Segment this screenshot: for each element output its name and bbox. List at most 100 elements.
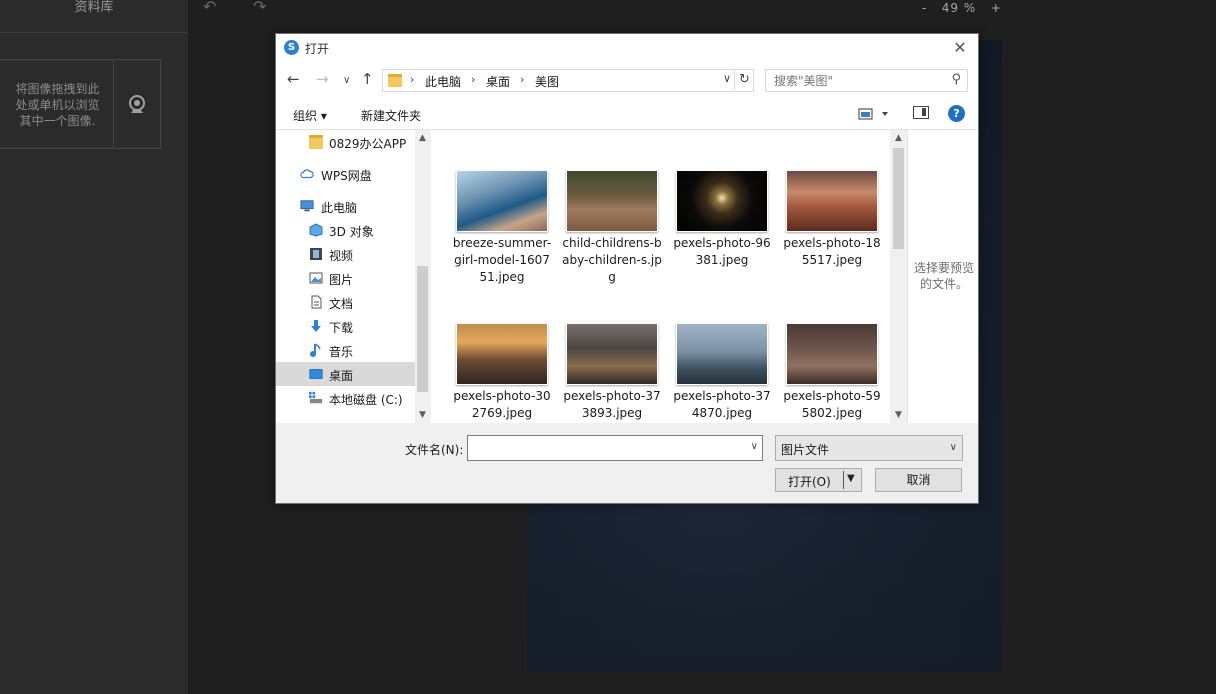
nav-item-documents[interactable]: 文档 bbox=[276, 290, 415, 314]
webcam-button[interactable] bbox=[113, 59, 161, 149]
file-item[interactable]: pexels-photo-96381.jpeg bbox=[671, 170, 773, 269]
nav-item-pictures[interactable]: 图片 bbox=[276, 266, 415, 290]
forward-icon[interactable]: → bbox=[316, 71, 329, 87]
redo-icon[interactable]: ↷ bbox=[253, 0, 266, 15]
scroll-down-icon[interactable]: ▼ bbox=[891, 410, 906, 420]
preview-pane-icon[interactable] bbox=[913, 106, 929, 119]
folder-icon bbox=[309, 135, 323, 149]
file-scrollbar[interactable]: ▲ ▼ bbox=[890, 130, 907, 423]
file-name: pexels-photo-595802.jpeg bbox=[783, 389, 881, 420]
chevron-down-icon[interactable]: ∨ bbox=[751, 441, 758, 452]
nav-item-this-pc[interactable]: 此电脑 bbox=[276, 194, 415, 218]
chevron-right-icon[interactable]: › bbox=[520, 73, 524, 86]
breadcrumb-item[interactable]: 桌面 bbox=[486, 73, 510, 90]
new-folder-button[interactable]: 新建文件夹 bbox=[361, 107, 421, 124]
drop-hint-line: 将图像拖拽到此 bbox=[15, 82, 100, 96]
nav-item-videos[interactable]: 视频 bbox=[276, 242, 415, 266]
scroll-up-icon[interactable]: ▲ bbox=[415, 133, 430, 143]
document-icon bbox=[311, 295, 322, 309]
drive-icon bbox=[309, 391, 323, 404]
file-item[interactable]: breeze-summer-girl-model-160751.jpeg bbox=[451, 170, 553, 286]
recent-locations-icon[interactable]: ∨ bbox=[343, 73, 350, 89]
chevron-right-icon[interactable]: › bbox=[471, 73, 475, 86]
file-item[interactable]: pexels-photo-185517.jpeg bbox=[781, 170, 883, 269]
nav-item-label: 桌面 bbox=[329, 369, 354, 383]
scroll-thumb[interactable] bbox=[893, 148, 904, 249]
file-name: pexels-photo-185517.jpeg bbox=[783, 236, 881, 267]
nav-scrollbar[interactable]: ▲ ▼ bbox=[415, 130, 430, 423]
video-icon bbox=[310, 248, 322, 260]
chevron-down-icon[interactable]: ∨ bbox=[723, 72, 731, 85]
file-name: pexels-photo-96381.jpeg bbox=[673, 236, 771, 267]
nav-item-desktop[interactable]: 桌面 bbox=[276, 362, 415, 386]
file-item[interactable]: pexels-photo-302769.jpeg bbox=[451, 323, 553, 422]
drop-hint[interactable]: 将图像拖拽到此 处或单机以浏览 其中一个图像. bbox=[0, 59, 114, 149]
file-item[interactable]: pexels-photo-595802.jpeg bbox=[781, 323, 883, 422]
nav-item-label: WPS网盘 bbox=[321, 169, 372, 183]
file-name: breeze-summer-girl-model-160751.jpeg bbox=[452, 236, 552, 284]
file-list: breeze-summer-girl-model-160751.jpeg chi… bbox=[430, 130, 907, 423]
filename-input[interactable] bbox=[468, 436, 738, 460]
file-type-value: 图片文件 bbox=[781, 443, 830, 457]
help-icon[interactable]: ? bbox=[948, 105, 965, 122]
file-item[interactable]: child-childrens-baby-children-s.jpg bbox=[561, 170, 663, 286]
file-name: pexels-photo-302769.jpeg bbox=[453, 389, 551, 420]
address-bar[interactable]: › 此电脑 › 桌面 › 美图 ∨ bbox=[382, 69, 754, 92]
nav-item-0829-app[interactable]: 0829办公APP bbox=[276, 130, 415, 154]
nav-item-label: 下载 bbox=[329, 321, 354, 335]
cancel-button[interactable]: 取消 bbox=[875, 468, 962, 492]
computer-icon bbox=[300, 200, 314, 212]
organize-button[interactable]: 组织 ▾ bbox=[293, 107, 327, 124]
close-button[interactable]: ✕ bbox=[950, 38, 970, 58]
refresh-button[interactable]: ↻ bbox=[734, 69, 754, 90]
app-logo-icon: S bbox=[284, 40, 299, 55]
desktop-icon bbox=[309, 369, 323, 379]
search-box[interactable]: ⚲ bbox=[765, 69, 968, 92]
music-icon bbox=[310, 343, 321, 357]
chevron-right-icon[interactable]: › bbox=[410, 73, 414, 86]
navigation-bar: ← → ∨ ↑ › 此电脑 › 桌面 › 美图 ∨ ↻ ⚲ bbox=[276, 62, 978, 98]
filename-field[interactable]: ∨ bbox=[467, 435, 763, 461]
preview-pane: 选择要预览的文件。 bbox=[907, 130, 978, 423]
back-icon[interactable]: ← bbox=[287, 71, 300, 87]
nav-item-3d-objects[interactable]: 3D 对象 bbox=[276, 218, 415, 242]
drop-hint-line: 处或单机以浏览 bbox=[15, 98, 100, 112]
nav-item-label: 图片 bbox=[329, 273, 354, 287]
open-file-dialog: S 打开 ✕ ← → ∨ ↑ › 此电脑 › 桌面 › 美图 ∨ ↻ ⚲ 组织 … bbox=[275, 33, 979, 504]
drop-hint-line: 其中一个图像. bbox=[19, 114, 96, 128]
file-type-select[interactable]: 图片文件 ∨ bbox=[775, 435, 963, 461]
file-item[interactable]: pexels-photo-374870.jpeg bbox=[671, 323, 773, 422]
file-thumbnail bbox=[566, 170, 658, 232]
nav-item-wps-drive[interactable]: WPS网盘 bbox=[276, 162, 415, 186]
zoom-in-button[interactable]: + bbox=[991, 1, 1002, 15]
nav-item-music[interactable]: 音乐 bbox=[276, 338, 415, 362]
breadcrumb-item[interactable]: 此电脑 bbox=[425, 73, 461, 90]
library-title: 资料库 bbox=[0, 0, 188, 33]
folder-icon bbox=[388, 74, 402, 87]
nav-item-local-disk[interactable]: 本地磁盘 (C:) bbox=[276, 386, 415, 410]
preview-placeholder: 选择要预览的文件。 bbox=[913, 261, 974, 291]
breadcrumb-item[interactable]: 美图 bbox=[535, 73, 559, 90]
search-input[interactable] bbox=[774, 70, 944, 91]
nav-item-label: 3D 对象 bbox=[329, 225, 374, 239]
file-item[interactable]: pexels-photo-373893.jpeg bbox=[561, 323, 663, 422]
dialog-toolbar: 组织 ▾ 新建文件夹 ? bbox=[276, 98, 978, 130]
file-name: pexels-photo-373893.jpeg bbox=[563, 389, 661, 420]
dropdown-arrow-icon[interactable]: ▼ bbox=[847, 473, 855, 484]
nav-item-label: 0829办公APP bbox=[329, 137, 407, 151]
file-thumbnail bbox=[786, 323, 878, 385]
undo-icon[interactable]: ↶ bbox=[203, 0, 216, 15]
nav-item-label: 文档 bbox=[329, 297, 354, 311]
open-button[interactable]: 打开(O) ▼ bbox=[775, 468, 862, 492]
dialog-title: 打开 bbox=[305, 42, 330, 56]
nav-item-downloads[interactable]: 下载 bbox=[276, 314, 415, 338]
editor-topbar: ↶ ↷ - 49 % + bbox=[188, 0, 1216, 18]
file-thumbnail bbox=[456, 323, 548, 385]
view-options-button[interactable] bbox=[858, 107, 892, 121]
scroll-up-icon[interactable]: ▲ bbox=[891, 133, 906, 143]
scroll-down-icon[interactable]: ▼ bbox=[415, 410, 430, 420]
scroll-thumb[interactable] bbox=[417, 266, 428, 392]
zoom-out-button[interactable]: - bbox=[922, 1, 927, 15]
up-icon[interactable]: ↑ bbox=[361, 71, 374, 87]
dialog-titlebar: S 打开 ✕ bbox=[276, 34, 978, 62]
